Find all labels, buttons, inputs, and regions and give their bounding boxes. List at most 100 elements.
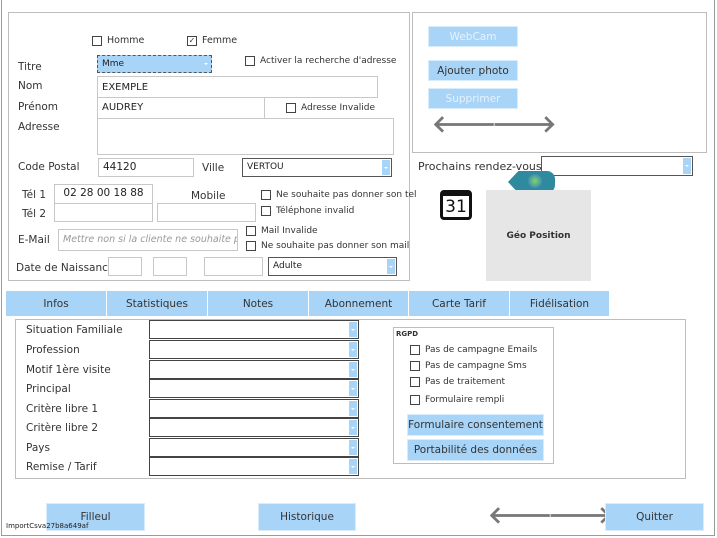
infos-field-label: Remise / Tarif xyxy=(26,461,97,473)
arrow-right-icon[interactable]: 🡒 xyxy=(492,112,556,136)
tel-invalid-checkbox[interactable]: Téléphone invalid xyxy=(261,206,354,216)
infos-field-select[interactable] xyxy=(149,457,359,476)
dob-day-input[interactable] xyxy=(108,257,142,276)
email-label: E-Mail xyxy=(18,234,50,246)
rgpd-title: RGPD xyxy=(396,330,419,338)
femme-checkbox[interactable]: ✓ Femme xyxy=(187,35,237,46)
infos-field-label: Pays xyxy=(26,442,50,454)
adresse-invalide-checkbox[interactable]: Adresse Invalide xyxy=(286,103,375,113)
ville-value: VERTOU xyxy=(247,162,284,172)
adresse-textarea[interactable] xyxy=(97,118,394,155)
tab-infos[interactable]: Infos xyxy=(6,291,106,316)
cp-input[interactable]: 44120 xyxy=(98,158,194,177)
arrow-right-icon[interactable]: 🡒 xyxy=(548,503,612,527)
infos-field-label: Profession xyxy=(26,344,80,356)
infos-field-select[interactable] xyxy=(149,438,359,457)
infos-field-select[interactable] xyxy=(149,320,359,339)
infos-field-select[interactable] xyxy=(149,418,359,437)
rgpd-no-sms-checkbox[interactable]: Pas de campagne Sms xyxy=(410,361,527,371)
chevron-down-icon xyxy=(202,57,210,71)
prenom-input[interactable]: AUDREY xyxy=(97,97,265,119)
tel2-label: Tél 2 xyxy=(22,208,47,220)
tab-fidelisation[interactable]: Fidélisation xyxy=(510,291,609,316)
chevron-down-icon xyxy=(349,440,357,455)
arrow-left-icon[interactable]: 🡐 xyxy=(432,112,496,136)
infos-field-select[interactable] xyxy=(149,379,359,398)
infos-field-label: Situation Familiale xyxy=(26,324,123,336)
adresse-invalide-label: Adresse Invalide xyxy=(301,103,375,113)
tab-abonnement[interactable]: Abonnement xyxy=(309,291,408,316)
geo-position-button[interactable]: Géo Position xyxy=(486,190,591,281)
age-select[interactable]: Adulte xyxy=(268,257,397,276)
nom-input[interactable]: EXEMPLE xyxy=(97,76,378,98)
activer-recherche-checkbox[interactable]: Activer la recherche d'adresse xyxy=(245,56,396,66)
homme-checkbox[interactable]: Homme xyxy=(92,35,144,46)
chevron-down-icon xyxy=(349,459,357,474)
adresse-label: Adresse xyxy=(18,121,60,133)
rgpd-no-email-checkbox[interactable]: Pas de campagne Emails xyxy=(410,345,537,355)
add-photo-button[interactable]: Ajouter photo xyxy=(428,60,518,81)
no-tel-label: Ne souhaite pas donner son tel xyxy=(276,190,417,200)
prenom-label: Prénom xyxy=(18,101,59,113)
dob-year-input[interactable] xyxy=(204,257,263,276)
infos-field-label: Critère libre 2 xyxy=(26,422,99,434)
import-id-text: ImportCsva27b8a649af xyxy=(6,522,89,530)
tel-invalid-label: Téléphone invalid xyxy=(276,206,355,216)
chevron-down-icon xyxy=(349,322,357,337)
tab-notes[interactable]: Notes xyxy=(208,291,308,316)
ville-select[interactable]: VERTOU xyxy=(242,158,392,177)
dob-month-input[interactable] xyxy=(153,257,187,276)
infos-field-select[interactable] xyxy=(149,399,359,418)
no-tel-checkbox[interactable]: Ne souhaite pas donner son tel xyxy=(261,190,417,200)
infos-field-label: Critère libre 1 xyxy=(26,403,99,415)
titre-value: Mme xyxy=(102,59,125,69)
consent-form-button[interactable]: Formulaire consentement xyxy=(407,414,544,436)
mobile-input[interactable] xyxy=(157,203,256,222)
rgpd-option-label: Pas de traitement xyxy=(425,377,506,387)
rgpd-option-label: Pas de campagne Emails xyxy=(425,345,538,355)
rgpd-no-treatment-checkbox[interactable]: Pas de traitement xyxy=(410,377,505,387)
no-mail-label: Ne souhaite pas donner son mail xyxy=(261,241,410,251)
no-mail-checkbox[interactable]: Ne souhaite pas donner son mail xyxy=(246,241,409,251)
tab-statistiques[interactable]: Statistiques xyxy=(107,291,207,316)
data-portability-button[interactable]: Portabilité des données xyxy=(407,439,544,461)
chevron-down-icon xyxy=(382,160,390,175)
delete-photo-button[interactable]: Supprimer xyxy=(428,88,518,109)
ville-label: Ville xyxy=(202,162,225,174)
arrow-left-icon[interactable]: 🡐 xyxy=(488,503,552,527)
calendar-day: 31 xyxy=(445,197,467,217)
calendar-icon[interactable]: 31 xyxy=(440,190,472,220)
chevron-down-icon xyxy=(349,342,357,357)
infos-field-select[interactable] xyxy=(149,340,359,359)
chevron-down-icon xyxy=(349,401,357,416)
tel2-input[interactable] xyxy=(54,203,153,222)
quitter-button[interactable]: Quitter xyxy=(605,503,704,531)
email-input[interactable]: Mettre non si la cliente ne souhaite pas xyxy=(58,229,238,251)
chevron-down-icon xyxy=(349,362,357,377)
chevron-down-icon xyxy=(387,259,395,274)
titre-label: Titre xyxy=(18,61,42,73)
historique-button[interactable]: Historique xyxy=(258,503,356,531)
mail-invalide-label: Mail Invalide xyxy=(261,226,318,236)
rgpd-form-filled-checkbox[interactable]: Formulaire rempli xyxy=(410,395,504,405)
tab-carte-tarif[interactable]: Carte Tarif xyxy=(409,291,509,316)
webcam-button[interactable]: WebCam xyxy=(428,26,518,47)
mobile-label: Mobile xyxy=(191,190,226,202)
chevron-down-icon xyxy=(683,158,691,174)
femme-label: Femme xyxy=(202,35,238,46)
chevron-down-icon xyxy=(349,381,357,396)
tel1-input[interactable]: 02 28 00 18 88 xyxy=(54,184,153,204)
infos-field-select[interactable] xyxy=(149,360,359,379)
dob-label: Date de Naissance xyxy=(16,262,115,274)
homme-label: Homme xyxy=(107,35,145,46)
tel1-label: Tél 1 xyxy=(22,189,47,201)
rdv-select[interactable] xyxy=(541,156,693,176)
rgpd-option-label: Pas de campagne Sms xyxy=(425,361,527,371)
age-value: Adulte xyxy=(273,261,302,271)
chevron-down-icon xyxy=(349,420,357,435)
rgpd-option-label: Formulaire rempli xyxy=(425,395,505,405)
infos-field-label: Principal xyxy=(26,383,71,395)
titre-select[interactable]: Mme xyxy=(97,55,212,73)
cp-label: Code Postal xyxy=(18,161,80,173)
mail-invalide-checkbox[interactable]: Mail Invalide xyxy=(246,226,318,236)
